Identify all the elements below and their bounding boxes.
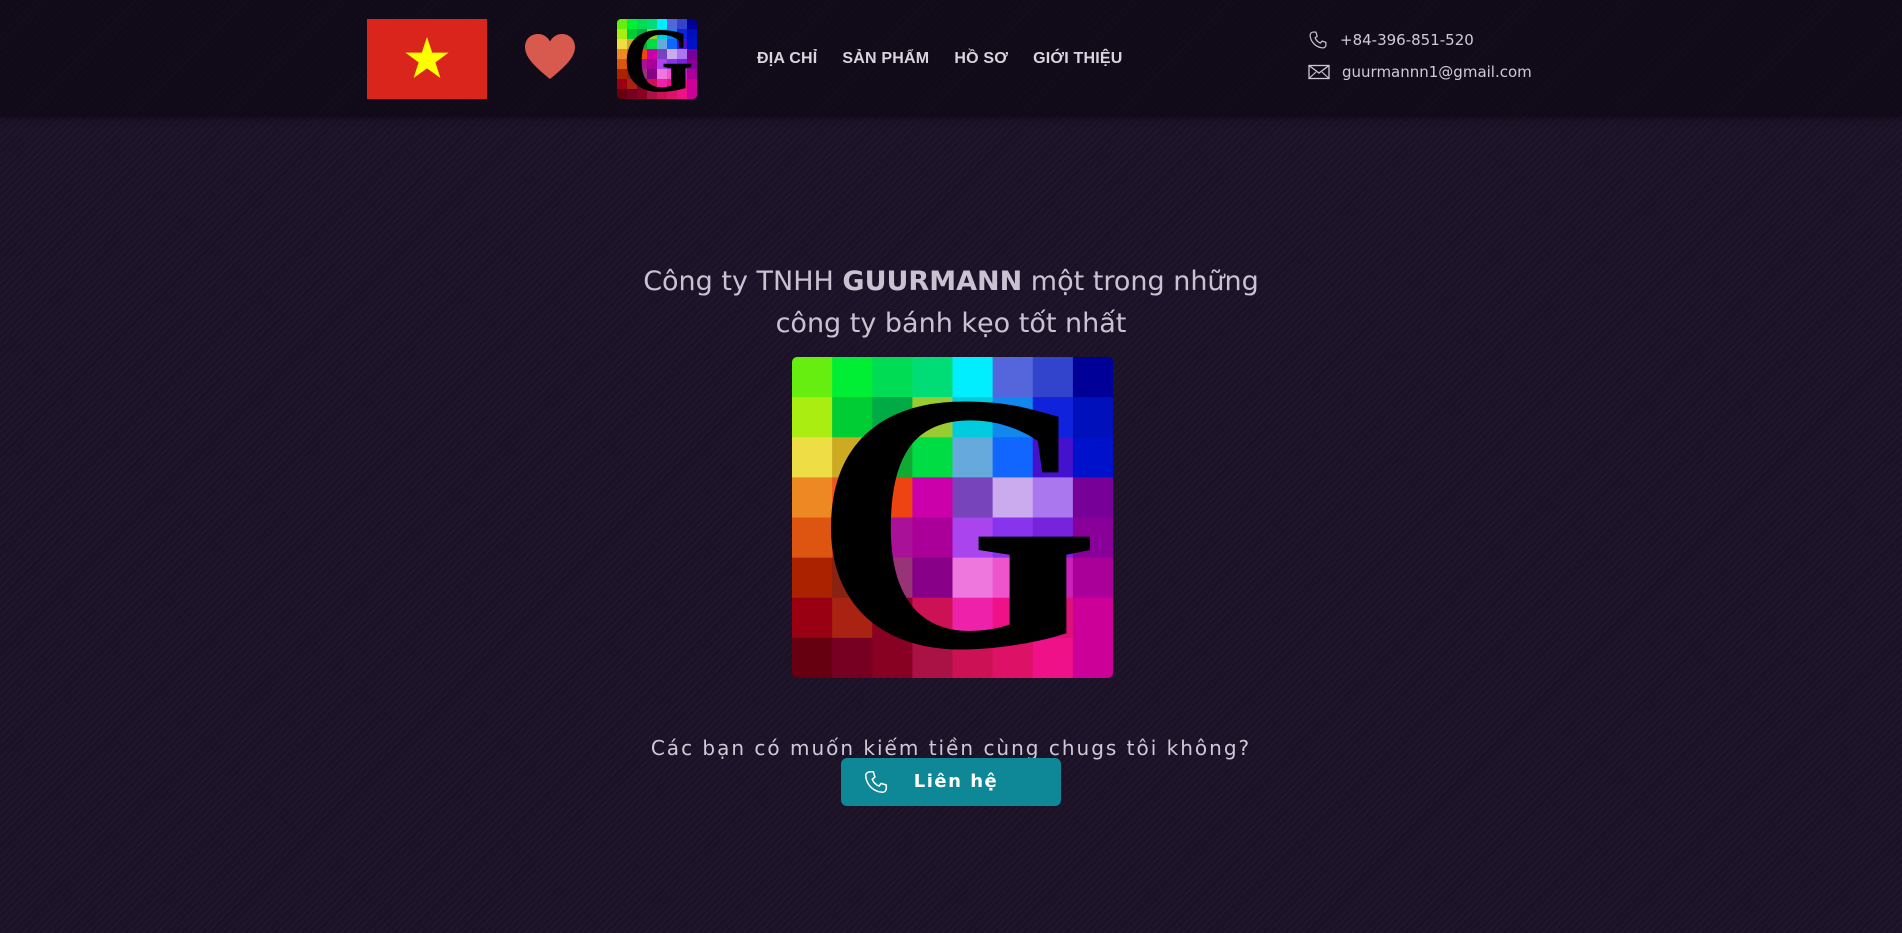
headline-suffix: một trong những [1022,266,1259,298]
heart-icon[interactable] [524,33,576,81]
headline-prefix: Công ty TNHH [643,266,843,298]
hero-headline: Công ty TNHH GUURMANN một trong những cô… [551,261,1351,345]
nav-item-dia-chi[interactable]: ĐỊA CHỈ [757,50,817,68]
header-email[interactable]: guurmannn1@gmail.com [1308,63,1532,81]
header-phone[interactable]: +84-396-851-520 [1308,29,1474,51]
star-icon [405,37,449,78]
nav-item-san-pham[interactable]: SẢN PHẨM [842,50,929,68]
phone-icon [1309,31,1327,49]
main-nav: ĐỊA CHỈ SẢN PHẨM HỒ SƠ GIỚI THIỆU [757,50,1123,68]
headline-line-2: công ty bánh kẹo tốt nhất [775,308,1127,340]
mail-icon [1308,64,1330,80]
guurmann-logo-large: G [792,357,1113,678]
phone-number[interactable]: +84-396-851-520 [1340,31,1474,49]
email-address[interactable]: guurmannn1@gmail.com [1342,63,1532,81]
headline-line-1: Công ty TNHH GUURMANN một trong những [551,261,1351,303]
vietnam-flag-icon[interactable] [367,19,487,99]
headline-brand: GUURMANN [842,266,1023,298]
nav-item-gioi-thieu[interactable]: GIỚI THIỆU [1033,50,1122,68]
contact-button[interactable]: Liên hệ [841,758,1061,806]
logo-letter: G [622,19,694,99]
contact-button-label: Liên hệ [913,771,999,792]
logo-letter-large: G [813,357,1100,678]
hero-tagline: Các bạn có muốn kiếm tiền cùng chugs tôi… [650,736,1252,760]
nav-item-ho-so[interactable]: HỒ SƠ [954,50,1008,68]
site-header: G ĐỊA CHỈ SẢN PHẨM HỒ SƠ GIỚI THIỆU +84-… [0,0,1902,117]
guurmann-logo[interactable]: G [617,19,697,99]
